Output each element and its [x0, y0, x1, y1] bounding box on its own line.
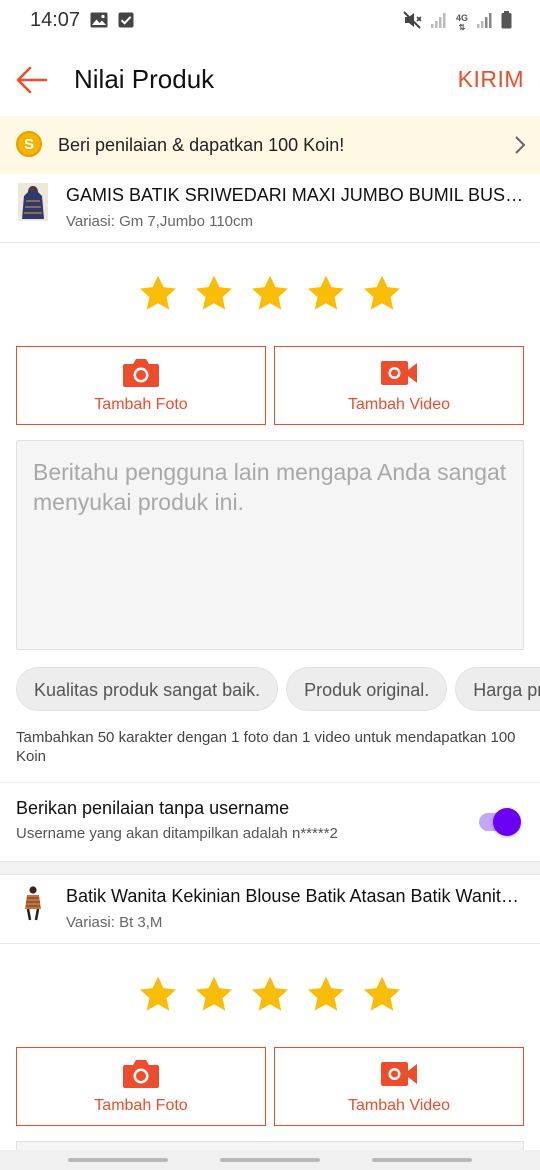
page-title: Nilai Produk	[74, 64, 215, 94]
mute-icon	[403, 11, 423, 34]
product-variant: Variasi: Bt 3,M	[66, 914, 163, 931]
product-thumbnail	[18, 183, 48, 221]
status-bar: 14:07 4G ⇅	[0, 0, 540, 42]
product-item: GAMIS BATIK SRIWEDARI MAXI JUMBO BUMIL B…	[0, 175, 540, 243]
quick-chip[interactable]: Kualitas produk sangat baik.	[16, 667, 279, 711]
star-icon[interactable]	[249, 974, 291, 1016]
app-bar: Nilai Produk KIRIM	[0, 42, 540, 116]
star-icon[interactable]	[137, 273, 179, 315]
quick-chip[interactable]: Produk original.	[286, 667, 448, 711]
coin-icon: S	[16, 131, 42, 157]
divider	[0, 782, 540, 783]
coin-banner-text: Beri penilaian & dapatkan 100 Koin!	[58, 135, 345, 155]
star-icon[interactable]	[137, 974, 179, 1016]
add-photo-button[interactable]: Tambah Foto	[16, 1047, 266, 1126]
add-photo-label: Tambah Foto	[94, 395, 188, 413]
submit-button[interactable]: KIRIM	[458, 66, 524, 93]
nav-recents-button[interactable]	[68, 1158, 168, 1162]
star-icon[interactable]	[305, 273, 347, 315]
star-rating[interactable]	[0, 974, 540, 1024]
media-buttons: Tambah Foto Tambah Video	[16, 1047, 524, 1126]
add-video-label: Tambah Video	[348, 395, 450, 413]
signal-icon	[477, 12, 493, 33]
star-icon[interactable]	[305, 974, 347, 1016]
star-icon[interactable]	[249, 273, 291, 315]
section-separator	[0, 861, 540, 875]
anonymous-toggle[interactable]	[479, 808, 521, 836]
star-icon[interactable]	[193, 974, 235, 1016]
status-time: 14:07	[30, 9, 81, 31]
chevron-right-icon	[514, 135, 526, 160]
star-icon[interactable]	[193, 273, 235, 315]
product-variant: Variasi: Gm 7,Jumbo 110cm	[66, 213, 254, 230]
review-textarea-container	[16, 440, 524, 650]
signal-icon	[431, 12, 447, 33]
add-video-button[interactable]: Tambah Video	[274, 346, 524, 425]
star-rating[interactable]	[0, 273, 540, 323]
nav-home-button[interactable]	[220, 1158, 320, 1162]
toggle-knob	[493, 808, 521, 836]
anonymous-review-subtitle: Username yang akan ditampilkan adalah n*…	[16, 825, 338, 842]
back-button[interactable]	[14, 62, 50, 98]
add-photo-label: Tambah Foto	[94, 1096, 188, 1114]
add-photo-button[interactable]: Tambah Foto	[16, 346, 266, 425]
add-video-button[interactable]: Tambah Video	[274, 1047, 524, 1126]
quick-chip[interactable]: Harga produk sangat baik.	[455, 667, 540, 711]
product-item: Batik Wanita Kekinian Blouse Batik Atasa…	[0, 876, 540, 944]
media-buttons: Tambah Foto Tambah Video	[16, 346, 524, 425]
review-textarea[interactable]	[17, 441, 523, 649]
coin-hint-text: Tambahkan 50 karakter dengan 1 foto dan …	[16, 729, 516, 765]
camera-icon	[123, 358, 159, 387]
video-camera-icon	[381, 360, 417, 385]
4g-icon: 4G ⇅	[455, 12, 468, 32]
image-icon	[90, 12, 108, 33]
star-icon[interactable]	[361, 273, 403, 315]
product-name: GAMIS BATIK SRIWEDARI MAXI JUMBO BUMIL B…	[66, 185, 526, 205]
anonymous-review-title: Berikan penilaian tanpa username	[16, 798, 290, 818]
coin-symbol: S	[23, 135, 34, 153]
nav-back-button[interactable]	[372, 1158, 472, 1162]
product-name: Batik Wanita Kekinian Blouse Batik Atasa…	[66, 886, 526, 906]
network-label: 4G	[455, 12, 468, 23]
star-icon[interactable]	[361, 974, 403, 1016]
quick-review-chips: Kualitas produk sangat baik. Produk origi…	[16, 667, 540, 711]
camera-icon	[123, 1059, 159, 1088]
system-nav-bar	[0, 1150, 540, 1170]
coin-reward-banner[interactable]: S Beri penilaian & dapatkan 100 Koin!	[0, 116, 540, 174]
product-thumbnail	[18, 884, 48, 922]
battery-icon	[501, 11, 512, 34]
arrow-left-icon	[16, 66, 48, 94]
add-video-label: Tambah Video	[348, 1096, 450, 1114]
checkbox-icon	[118, 12, 134, 33]
video-camera-icon	[381, 1061, 417, 1086]
